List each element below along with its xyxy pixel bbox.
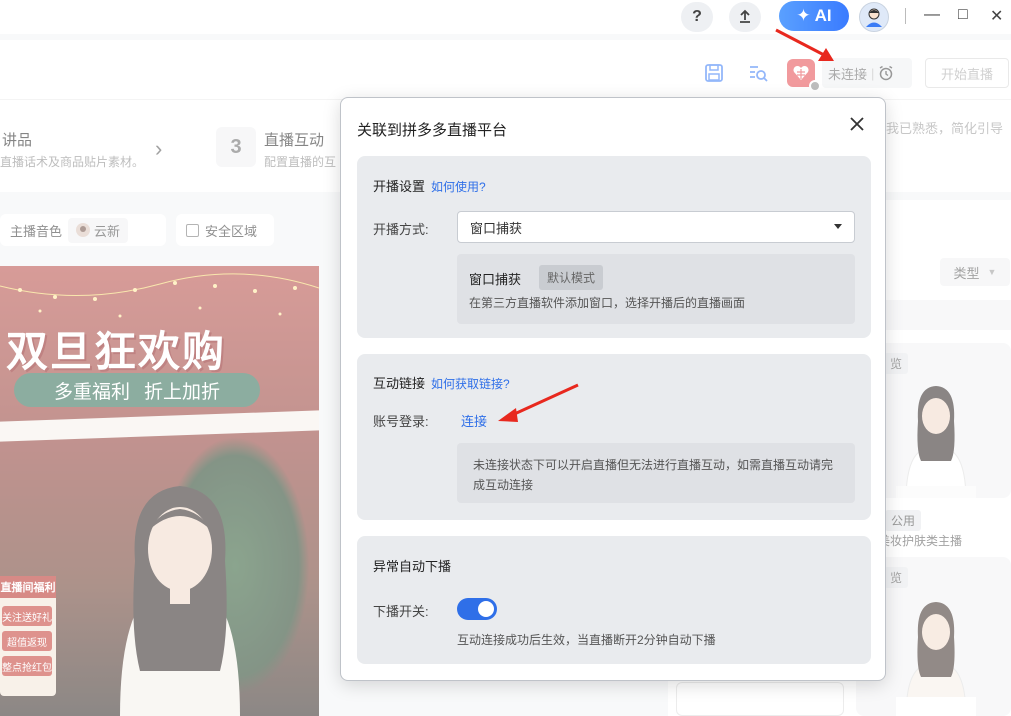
user-icon [866,8,882,27]
help-button[interactable]: ? [681,2,713,32]
sparkle-icon: ✦ [796,6,811,25]
broadcast-mode-select[interactable]: 窗口捕获 [457,211,855,243]
help-icon: ? [692,8,702,25]
interaction-link-section: 互动链接 如何获取链接? 账号登录: 连接 未连接状态下可以开启直播但无法进行直播… [357,354,871,520]
title-bar: ? ✦ AI — □ ✕ [0,0,1011,34]
section-title-text: 互动链接 [373,376,426,391]
caret-down-icon [834,224,842,229]
offline-switch-label: 下播开关: [373,604,429,619]
dialog-title: 关联到拼多多直播平台 [357,122,508,139]
ai-button[interactable]: ✦ AI [779,1,849,31]
connection-warning-box: 未连接状态下可以开启直播但无法进行直播互动，如需直播互动请完成互动连接 [457,443,855,503]
section-title-text: 开播设置 [373,179,426,194]
how-to-use-link[interactable]: 如何使用? [431,180,486,194]
connect-link[interactable]: 连接 [461,411,487,430]
account-login-label: 账号登录: [373,414,429,429]
auto-offline-toggle[interactable] [457,598,497,620]
broadcast-settings-section: 开播设置 如何使用? 开播方式: 窗口捕获 窗口捕获 默认模式 在第三方直播软件添… [357,156,871,338]
auto-offline-title: 异常自动下播 [373,559,452,574]
how-to-get-link[interactable]: 如何获取链接? [431,377,510,391]
interaction-link-title: 互动链接 如何获取链接? [373,373,510,392]
broadcast-mode-value: 窗口捕获 [470,220,523,236]
maximize-button[interactable]: □ [958,6,968,24]
minimize-button[interactable]: — [924,6,940,24]
auto-offline-description: 互动连接成功后生效，当直播断开2分钟自动下播 [457,633,716,647]
user-avatar[interactable] [859,2,889,32]
broadcast-settings-title: 开播设置 如何使用? [373,176,486,195]
auto-offline-section: 异常自动下播 下播开关: 互动连接成功后生效，当直播断开2分钟自动下播 [357,536,871,664]
titlebar-divider [905,8,906,24]
mode-info-description: 在第三方直播软件添加窗口，选择开播后的直播画面 [469,296,746,310]
close-icon[interactable] [849,116,865,132]
pdd-live-link-dialog: 关联到拼多多直播平台 开播设置 如何使用? 开播方式: 窗口捕获 窗口捕获 默认模… [340,97,886,681]
mode-info-name: 窗口捕获 [469,272,522,287]
upload-button[interactable] [729,2,761,32]
close-window-button[interactable]: ✕ [990,6,1003,26]
ai-label: AI [814,6,832,25]
toggle-knob [478,601,494,617]
connection-warning-text: 未连接状态下可以开启直播但无法进行直播互动，如需直播互动请完成互动连接 [473,458,834,492]
default-mode-badge: 默认模式 [539,265,604,290]
mode-info-box: 窗口捕获 默认模式 在第三方直播软件添加窗口，选择开播后的直播画面 [457,254,855,324]
broadcast-mode-label: 开播方式: [373,222,429,237]
upload-icon [740,9,750,23]
